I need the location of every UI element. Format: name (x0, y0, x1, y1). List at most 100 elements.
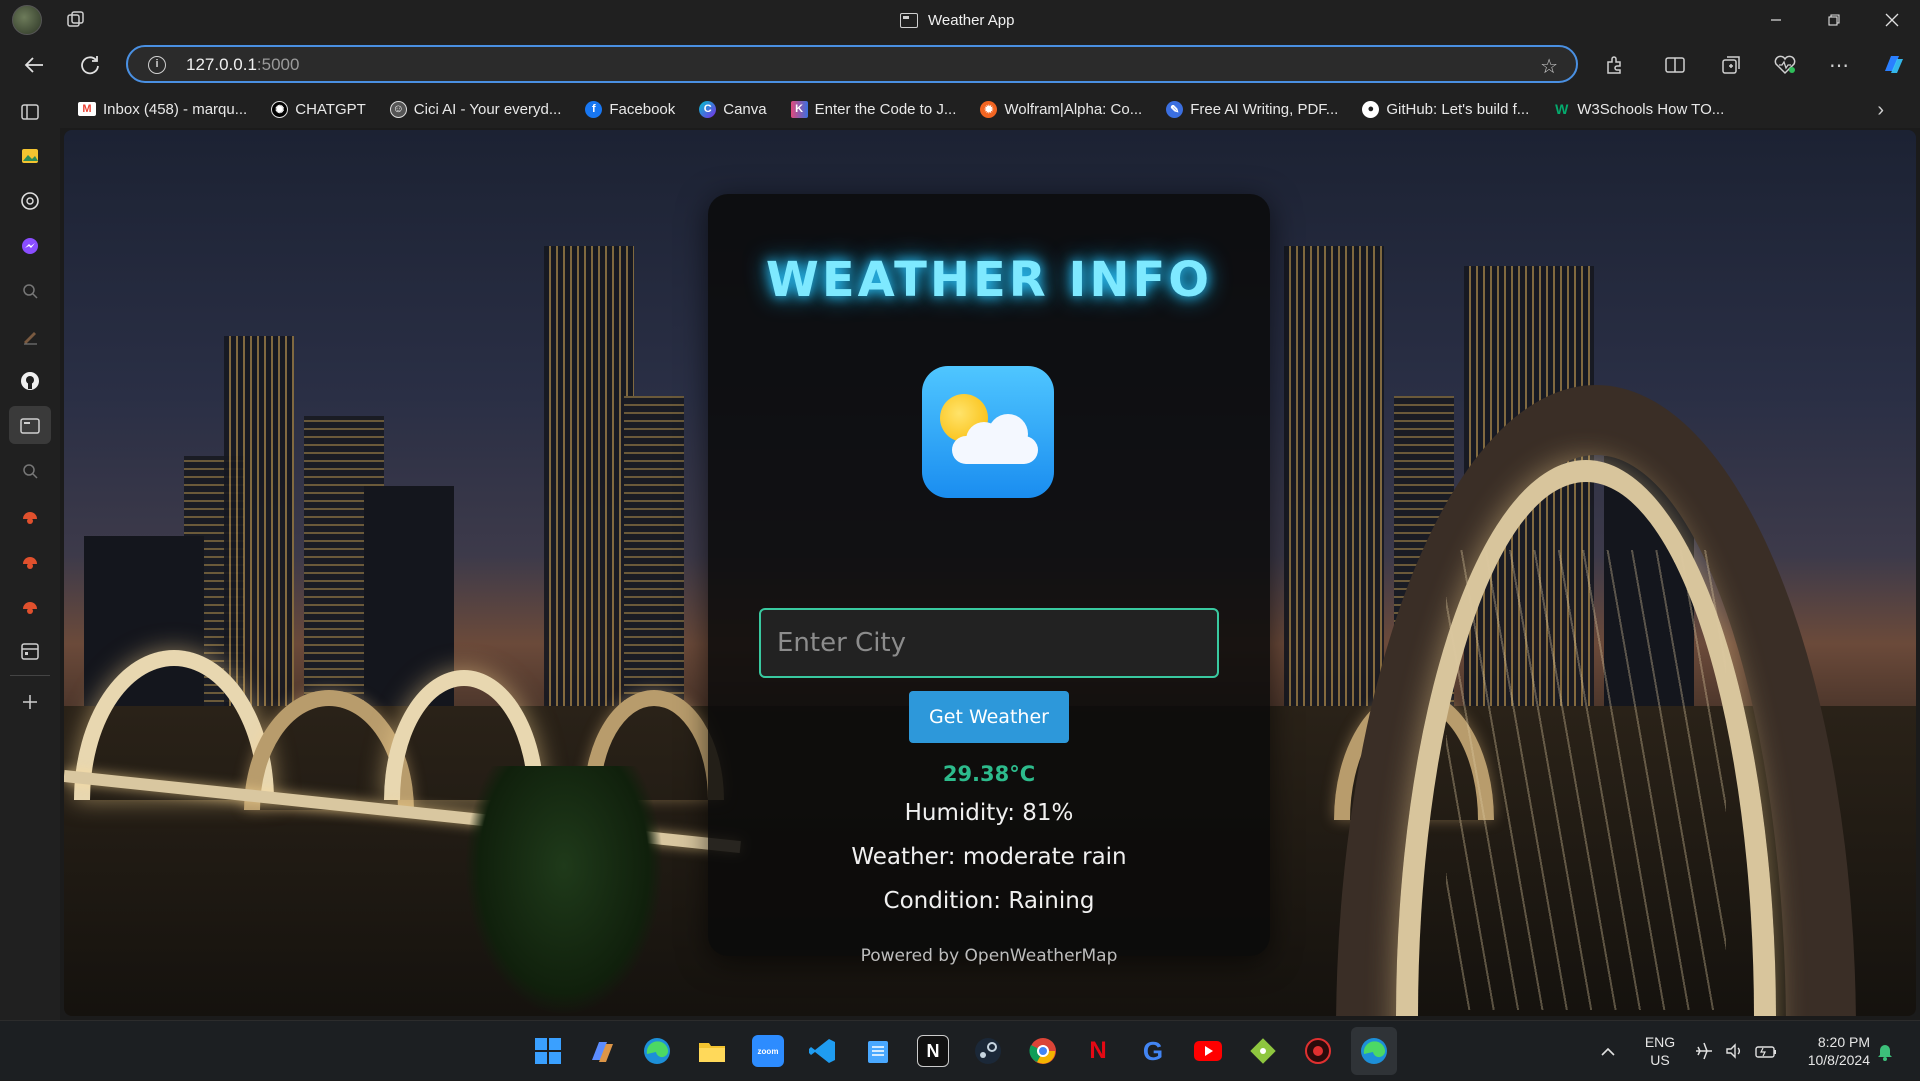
vscode-icon[interactable] (806, 1035, 838, 1067)
favorite-github[interactable]: ● GitHub: Let's build f... (1362, 100, 1529, 118)
airplane-mode-icon[interactable] (1694, 1021, 1714, 1081)
sidebar-chatgpt-icon[interactable] (18, 189, 42, 213)
favorite-label: Enter the Code to J... (814, 100, 957, 118)
taskbar: zoom N N G ENG US 8:20 PM 10/8/2024 (0, 1020, 1920, 1080)
favorite-label: Canva (723, 100, 767, 118)
collections-icon[interactable] (1716, 50, 1746, 80)
favorite-cici[interactable]: ☺ Cici AI - Your everyd... (389, 100, 561, 118)
favorite-ai-writing[interactable]: ✎ Free AI Writing, PDF... (1166, 100, 1338, 118)
sidebar-writing-icon[interactable] (18, 324, 42, 348)
favorites-bar: M Inbox (458) - marqu... ✺ CHATGPT ☺ Cic… (60, 90, 1920, 128)
profile-avatar[interactable] (12, 5, 42, 35)
close-button[interactable] (1864, 0, 1920, 40)
sidebar-tabs-icon[interactable] (18, 100, 42, 124)
palm-tree (464, 766, 664, 1016)
sidebar-red-app-icon-1[interactable] (18, 504, 42, 528)
favorite-star-icon[interactable]: ☆ (1540, 54, 1558, 79)
back-button[interactable] (18, 49, 50, 81)
workspaces-icon[interactable] (66, 10, 86, 30)
address-bar[interactable]: i 127.0.0.1:5000 ☆ (126, 45, 1578, 83)
ai-writing-icon: ✎ (1166, 100, 1184, 118)
building (624, 396, 684, 716)
get-weather-button[interactable]: Get Weather (909, 691, 1069, 743)
cloud-icon (952, 414, 1038, 464)
sidebar-image-icon[interactable] (18, 144, 42, 168)
chatgpt-icon: ✺ (271, 100, 289, 118)
google-icon[interactable]: G (1137, 1035, 1169, 1067)
sidebar-github-icon[interactable] (18, 369, 42, 393)
sidebar-search-icon-2[interactable] (18, 459, 42, 483)
sidebar-weather-app-icon[interactable] (18, 414, 42, 438)
favorite-facebook[interactable]: f Facebook (585, 100, 675, 118)
language-code: ENG (1644, 1034, 1676, 1050)
favorite-wolfram[interactable]: ✹ Wolfram|Alpha: Co... (980, 100, 1143, 118)
youtube-icon[interactable] (1192, 1035, 1224, 1067)
site-info-icon[interactable]: i (148, 56, 166, 74)
language-indicator[interactable]: ENG US (1640, 1033, 1680, 1069)
show-hidden-icons[interactable] (1600, 1021, 1616, 1081)
favorite-label: Wolfram|Alpha: Co... (1004, 100, 1143, 118)
navigation-bar: i 127.0.0.1:5000 ☆ ⋯ (0, 40, 1920, 90)
sidebar-calendar-icon[interactable] (18, 639, 42, 663)
favorite-canva[interactable]: C Canva (699, 100, 767, 118)
favorite-w3schools[interactable]: W W3Schools How TO... (1553, 101, 1724, 118)
notion-icon[interactable]: N (917, 1035, 949, 1067)
notepad-icon[interactable] (862, 1035, 894, 1067)
edge-icon[interactable] (641, 1035, 673, 1067)
cici-icon: ☺ (389, 100, 407, 118)
sidebar-red-app-icon-2[interactable] (18, 549, 42, 573)
notification-bell-icon[interactable] (1876, 1021, 1894, 1081)
system-clock[interactable]: 8:20 PM 10/8/2024 (1790, 1033, 1870, 1069)
sidebar-divider (10, 675, 50, 676)
refresh-icon (81, 56, 99, 75)
building (544, 246, 634, 716)
window-title-text: Weather App (928, 11, 1015, 29)
url-port: :5000 (256, 55, 300, 74)
browser-sidebar (0, 90, 60, 1020)
extensions-icon[interactable] (1600, 50, 1630, 80)
steam-icon[interactable] (972, 1035, 1004, 1067)
sidebar-red-app-icon-3[interactable] (18, 594, 42, 618)
tab-favicon-icon (900, 12, 918, 28)
page-viewport: WEATHER INFO Get Weather 29.38°C Humidit… (64, 130, 1916, 1016)
edge-dev-icon[interactable] (1358, 1035, 1390, 1067)
condition-text: Condition: Raining (883, 888, 1095, 914)
restore-icon (1828, 14, 1840, 26)
building (1284, 246, 1384, 716)
browser-essentials-icon[interactable] (1770, 50, 1800, 80)
city-input[interactable] (759, 608, 1219, 678)
powered-by-text: Powered by OpenWeatherMap (860, 946, 1118, 966)
url-text[interactable]: 127.0.0.1:5000 (186, 55, 299, 75)
favorite-gmail[interactable]: M Inbox (458) - marqu... (78, 101, 247, 118)
split-screen-icon[interactable] (1660, 50, 1690, 80)
favorite-label: Inbox (458) - marqu... (103, 100, 248, 118)
git-icon[interactable] (1247, 1035, 1279, 1067)
favorite-chatgpt[interactable]: ✺ CHATGPT (271, 100, 366, 118)
w3schools-icon: W (1555, 101, 1569, 117)
chrome-icon[interactable] (1027, 1035, 1059, 1067)
red-app-icon[interactable] (1302, 1035, 1334, 1067)
chevron-right-icon[interactable]: › (1877, 99, 1884, 122)
sidebar-search-icon[interactable] (18, 279, 42, 303)
refresh-button[interactable] (74, 49, 106, 81)
restore-button[interactable] (1806, 0, 1862, 40)
close-icon (1885, 13, 1899, 27)
minimize-button[interactable] (1748, 0, 1804, 40)
start-icon[interactable] (532, 1035, 564, 1067)
battery-icon[interactable] (1754, 1021, 1778, 1081)
canva-icon: C (699, 100, 717, 118)
sidebar-add-icon[interactable] (18, 690, 42, 714)
volume-icon[interactable] (1724, 1021, 1744, 1081)
sidebar-messenger-icon[interactable] (18, 234, 42, 258)
copilot-icon[interactable] (586, 1035, 618, 1067)
favorite-kahoot[interactable]: K Enter the Code to J... (790, 100, 957, 118)
netflix-icon[interactable]: N (1082, 1035, 1114, 1067)
wolfram-icon: ✹ (980, 100, 998, 118)
more-options-icon[interactable]: ⋯ (1824, 50, 1854, 80)
zoom-icon[interactable]: zoom (752, 1035, 784, 1067)
file-explorer-icon[interactable] (696, 1035, 728, 1067)
clock-date: 10/8/2024 (1807, 1052, 1870, 1068)
chevron-up-icon (1601, 1047, 1615, 1056)
gmail-icon: M (78, 102, 96, 116)
copilot-sidebar-icon[interactable] (1878, 50, 1908, 80)
